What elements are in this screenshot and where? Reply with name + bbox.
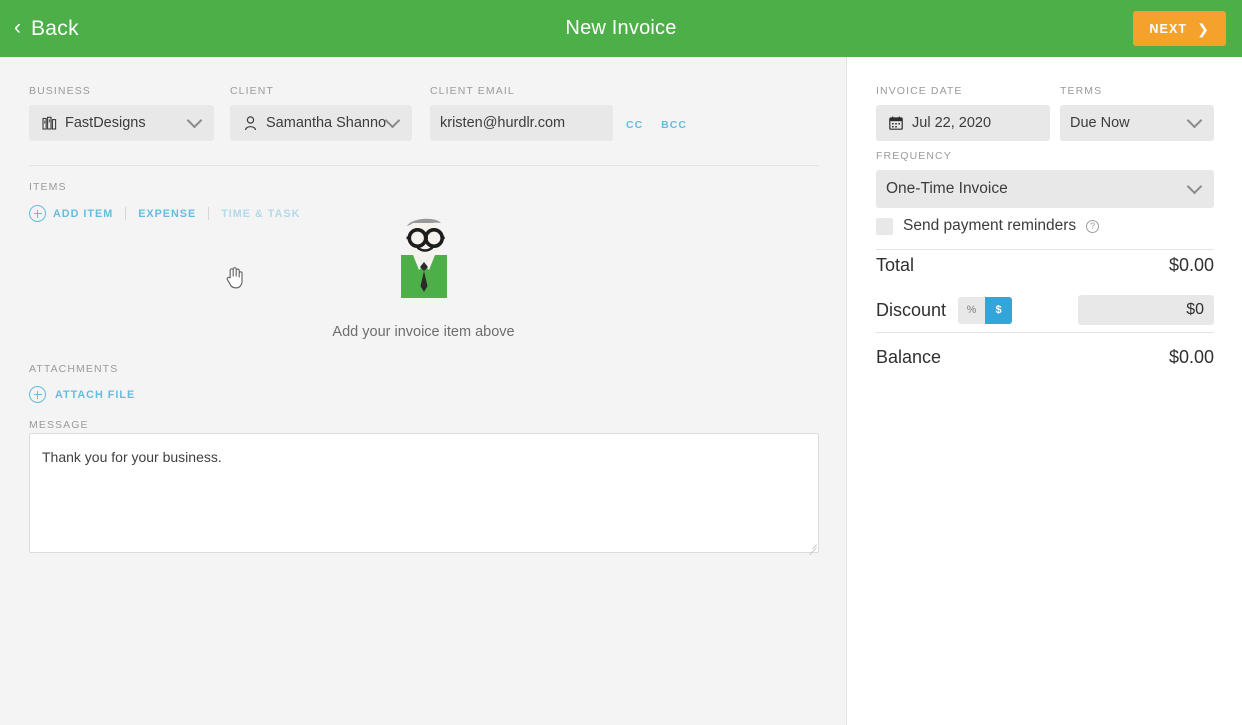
mascot-illustration-icon xyxy=(391,212,457,306)
section-divider xyxy=(29,165,819,166)
send-payment-reminders-label: Send payment reminders xyxy=(903,217,1077,234)
next-button-label: NEXT xyxy=(1149,21,1188,36)
business-label: BUSINESS xyxy=(29,85,91,97)
terms-label: TERMS xyxy=(1060,85,1103,97)
terms-value: Due Now xyxy=(1070,115,1130,131)
chevron-down-icon xyxy=(1186,112,1203,129)
items-label: ITEMS xyxy=(29,181,67,193)
client-field: CLIENT Samantha Shannon xyxy=(230,85,412,141)
invoice-date-label: INVOICE DATE xyxy=(876,85,963,97)
balance-row: Balance $0.00 xyxy=(876,347,1214,368)
send-payment-reminders-checkbox[interactable] xyxy=(876,217,893,235)
attachments-label: ATTACHMENTS xyxy=(29,363,119,375)
total-label: Total xyxy=(876,255,915,275)
discount-row: Discount % $ xyxy=(876,295,1214,325)
client-email-field: CLIENT EMAIL kristen@hurdlr.com xyxy=(430,85,613,141)
business-field: BUSINESS FastDesigns xyxy=(29,85,214,141)
help-icon[interactable]: ? xyxy=(1086,219,1100,233)
person-icon xyxy=(240,115,260,131)
discount-percent-button[interactable]: % xyxy=(958,296,986,324)
total-value: $0.00 xyxy=(1168,255,1214,275)
client-email-value: kristen@hurdlr.com xyxy=(440,115,566,131)
chevron-down-icon xyxy=(1186,178,1203,195)
invoice-summary-panel: INVOICE DATE Jul 22, 2020 TERMS Due Now … xyxy=(848,57,1242,725)
discount-dollar-button[interactable]: $ xyxy=(985,296,1013,324)
email-copy-links: CC BCC xyxy=(626,119,687,131)
balance-label: Balance xyxy=(876,347,942,367)
attach-file-button[interactable]: ATTACH FILE xyxy=(29,386,135,403)
cc-link[interactable]: CC xyxy=(626,119,643,131)
items-empty-state: Add your invoice item above xyxy=(0,212,847,340)
discount-amount-input[interactable] xyxy=(1078,295,1214,325)
message-textarea[interactable] xyxy=(29,433,819,553)
next-button[interactable]: NEXT ❯ xyxy=(1133,11,1226,46)
invoice-date-value: Jul 22, 2020 xyxy=(912,115,992,131)
items-empty-text: Add your invoice item above xyxy=(332,324,515,340)
plus-circle-icon xyxy=(29,386,46,403)
terms-field: TERMS Due Now xyxy=(1060,85,1214,141)
summary-divider xyxy=(876,249,1214,250)
discount-label: Discount xyxy=(876,299,947,320)
invoice-date-picker[interactable]: Jul 22, 2020 xyxy=(876,105,1050,141)
summary-divider xyxy=(876,332,1214,333)
invoice-details-panel: BUSINESS FastDesigns CLIENT Samantha Sha… xyxy=(0,57,847,725)
terms-select[interactable]: Due Now xyxy=(1060,105,1214,141)
message-label: MESSAGE xyxy=(29,419,89,431)
client-email-label: CLIENT EMAIL xyxy=(430,85,515,97)
app-header: ‹ Back New Invoice NEXT ❯ xyxy=(0,0,1242,57)
client-email-input[interactable]: kristen@hurdlr.com xyxy=(430,105,613,141)
chevron-down-icon xyxy=(186,112,203,129)
calendar-icon xyxy=(886,116,906,130)
bcc-link[interactable]: BCC xyxy=(661,119,687,131)
frequency-select[interactable]: One-Time Invoice xyxy=(876,170,1214,208)
frequency-label: FREQUENCY xyxy=(876,150,952,162)
invoice-editor-screen: ‹ Back New Invoice NEXT ❯ BUSINESS FastD… xyxy=(0,0,1242,725)
send-payment-reminders-row[interactable]: Send payment reminders ? xyxy=(876,217,1100,235)
total-row: Total $0.00 xyxy=(876,255,1214,276)
invoice-date-field: INVOICE DATE Jul 22, 2020 xyxy=(876,85,1050,141)
frequency-value: One-Time Invoice xyxy=(886,180,1008,197)
attach-file-label: ATTACH FILE xyxy=(55,388,136,401)
frequency-field: FREQUENCY One-Time Invoice xyxy=(876,150,1214,208)
building-icon xyxy=(39,116,59,131)
chevron-down-icon xyxy=(384,112,401,129)
page-title: New Invoice xyxy=(565,17,677,39)
chevron-right-icon: ❯ xyxy=(1197,20,1210,37)
client-select[interactable]: Samantha Shannon xyxy=(230,105,412,141)
business-select[interactable]: FastDesigns xyxy=(29,105,214,141)
discount-type-toggle: % $ xyxy=(958,296,1013,324)
client-label: CLIENT xyxy=(230,85,274,97)
balance-value: $0.00 xyxy=(1168,347,1214,367)
business-value: FastDesigns xyxy=(65,115,146,131)
client-value: Samantha Shannon xyxy=(266,115,387,131)
